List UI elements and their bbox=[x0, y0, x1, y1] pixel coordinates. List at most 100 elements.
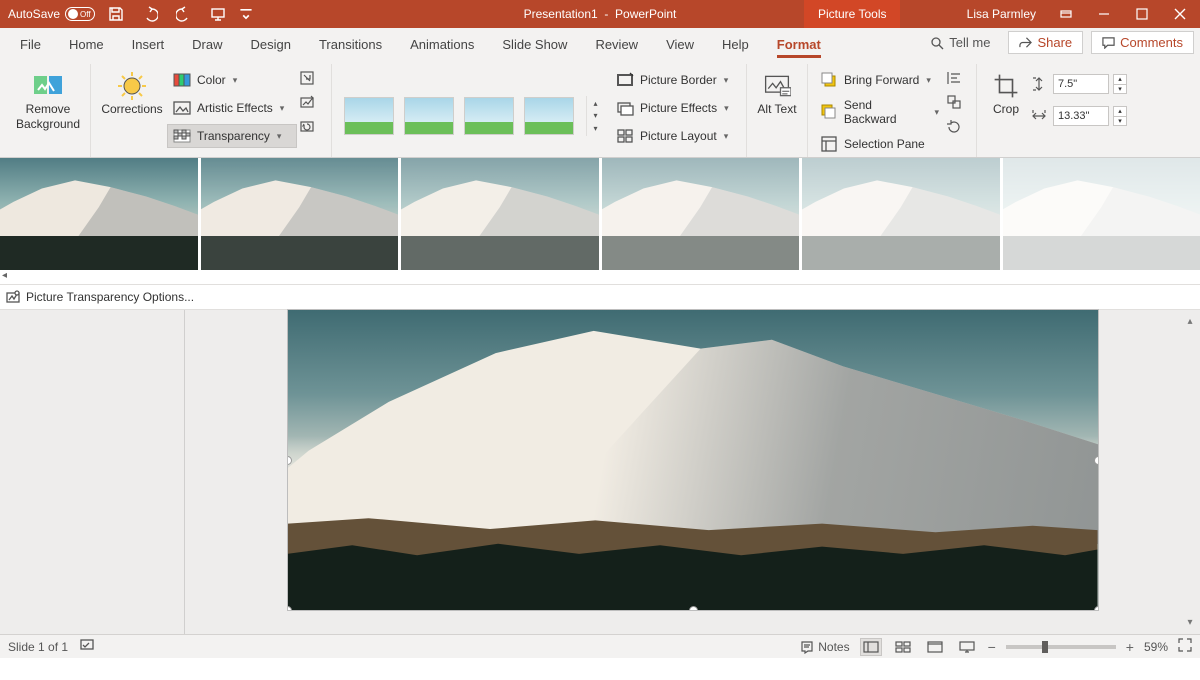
autosave-toggle[interactable]: AutoSave Off bbox=[8, 7, 95, 21]
change-picture-icon[interactable] bbox=[297, 92, 317, 112]
redo-icon[interactable] bbox=[171, 1, 197, 27]
corrections-button[interactable]: Corrections bbox=[97, 64, 167, 157]
autosave-label: AutoSave bbox=[8, 7, 60, 21]
slide-stage[interactable]: ▴ ▾ bbox=[185, 310, 1200, 634]
picture-style-thumb[interactable] bbox=[524, 97, 574, 135]
zoom-slider[interactable] bbox=[1006, 645, 1116, 649]
tab-transitions[interactable]: Transitions bbox=[305, 28, 396, 60]
remove-background-icon bbox=[32, 70, 64, 102]
height-input[interactable]: 7.5" ▴▾ bbox=[1029, 74, 1139, 94]
slide-counter[interactable]: Slide 1 of 1 bbox=[8, 640, 68, 654]
notes-button[interactable]: Notes bbox=[800, 640, 849, 654]
artistic-effects-icon bbox=[172, 98, 192, 118]
picture-style-thumb[interactable] bbox=[344, 97, 394, 135]
zoom-level[interactable]: 59% bbox=[1144, 640, 1168, 654]
selected-picture[interactable] bbox=[288, 310, 1098, 610]
user-name[interactable]: Lisa Parmley bbox=[967, 7, 1036, 21]
height-spinner[interactable]: ▴▾ bbox=[1113, 74, 1127, 94]
zoom-in-icon[interactable]: + bbox=[1126, 639, 1134, 655]
undo-icon[interactable] bbox=[137, 1, 163, 27]
tab-design[interactable]: Design bbox=[237, 28, 305, 60]
tab-file[interactable]: File bbox=[6, 28, 55, 60]
tab-help[interactable]: Help bbox=[708, 28, 763, 60]
corrections-icon bbox=[116, 70, 148, 102]
compress-pictures-icon[interactable] bbox=[297, 68, 317, 88]
width-spinner[interactable]: ▴▾ bbox=[1113, 106, 1127, 126]
resize-handle[interactable] bbox=[1094, 606, 1098, 610]
slide-thumbnail-pane[interactable] bbox=[0, 310, 185, 634]
normal-view-icon[interactable] bbox=[860, 638, 882, 656]
comments-button[interactable]: Comments bbox=[1091, 31, 1194, 54]
zoom-out-icon[interactable]: − bbox=[988, 639, 996, 655]
picture-border-button[interactable]: Picture Border▾ bbox=[610, 68, 740, 92]
send-backward-button[interactable]: Send Backward▾ bbox=[814, 96, 944, 128]
tab-view[interactable]: View bbox=[652, 28, 708, 60]
crop-icon bbox=[990, 70, 1022, 102]
sorter-view-icon[interactable] bbox=[892, 638, 914, 656]
minimize-icon[interactable] bbox=[1088, 0, 1120, 28]
width-input[interactable]: 13.33" ▴▾ bbox=[1029, 106, 1139, 126]
height-icon bbox=[1029, 74, 1049, 94]
bring-forward-icon bbox=[819, 70, 839, 90]
slideshow-view-icon[interactable] bbox=[956, 638, 978, 656]
picture-layout-button[interactable]: Picture Layout▾ bbox=[610, 124, 740, 148]
reset-picture-icon[interactable] bbox=[297, 116, 317, 136]
ribbon-display-icon[interactable] bbox=[1050, 0, 1082, 28]
bring-forward-button[interactable]: Bring Forward▾ bbox=[814, 68, 944, 92]
transparency-preset[interactable] bbox=[401, 158, 599, 270]
transparency-preset[interactable] bbox=[1003, 158, 1200, 270]
remove-background-button[interactable]: Remove Background bbox=[12, 64, 84, 157]
reading-view-icon[interactable] bbox=[924, 638, 946, 656]
tab-draw[interactable]: Draw bbox=[178, 28, 236, 60]
transparency-options-button[interactable]: Picture Transparency Options... bbox=[0, 284, 1200, 310]
vertical-scrollbar[interactable]: ▴ ▾ bbox=[1182, 316, 1198, 628]
tab-animations[interactable]: Animations bbox=[396, 28, 488, 60]
picture-style-thumb[interactable] bbox=[464, 97, 514, 135]
scroll-down-icon[interactable]: ▾ bbox=[1187, 617, 1192, 628]
status-bar: Slide 1 of 1 Notes − + 59% bbox=[0, 634, 1200, 658]
transparency-icon bbox=[172, 126, 192, 146]
save-icon[interactable] bbox=[103, 1, 129, 27]
resize-handle[interactable] bbox=[288, 606, 292, 610]
picture-border-icon bbox=[615, 70, 635, 90]
transparency-preset[interactable] bbox=[201, 158, 399, 270]
tab-insert[interactable]: Insert bbox=[118, 28, 179, 60]
transparency-button[interactable]: Transparency▾ bbox=[167, 124, 297, 148]
tab-home[interactable]: Home bbox=[55, 28, 118, 60]
scroll-up-icon[interactable]: ▴ bbox=[1187, 316, 1192, 327]
tell-me-search[interactable]: Tell me bbox=[920, 35, 1000, 50]
tab-slideshow[interactable]: Slide Show bbox=[488, 28, 581, 60]
resize-handle[interactable] bbox=[689, 606, 698, 610]
alt-text-button[interactable]: Alt Text bbox=[753, 64, 801, 157]
color-button[interactable]: Color▾ bbox=[167, 68, 297, 92]
slide-canvas-area: ▴ ▾ bbox=[0, 310, 1200, 634]
gallery-more-icon[interactable]: ▴▾▾ bbox=[586, 96, 604, 136]
crop-button[interactable]: Crop bbox=[983, 64, 1029, 157]
transparency-preset[interactable] bbox=[0, 158, 198, 270]
present-icon[interactable] bbox=[205, 1, 231, 27]
width-icon bbox=[1029, 106, 1049, 126]
contextual-tab-picture-tools[interactable]: Picture Tools bbox=[804, 0, 900, 28]
picture-styles-gallery[interactable]: ▴▾▾ bbox=[338, 64, 610, 157]
picture-style-thumb[interactable] bbox=[404, 97, 454, 135]
maximize-icon[interactable] bbox=[1126, 0, 1158, 28]
picture-effects-button[interactable]: Picture Effects▾ bbox=[610, 96, 740, 120]
transparency-preset[interactable] bbox=[602, 158, 800, 270]
group-icon[interactable] bbox=[944, 92, 964, 112]
rotate-icon[interactable] bbox=[944, 116, 964, 136]
tab-review[interactable]: Review bbox=[581, 28, 652, 60]
qat-more-icon[interactable] bbox=[239, 1, 253, 27]
close-icon[interactable] bbox=[1164, 0, 1196, 28]
share-button[interactable]: Share bbox=[1008, 31, 1083, 54]
align-icon[interactable] bbox=[944, 68, 964, 88]
picture-layout-icon bbox=[615, 126, 635, 146]
tab-format[interactable]: Format bbox=[763, 28, 835, 60]
picture-effects-icon bbox=[615, 98, 635, 118]
transparency-gallery: ◂ bbox=[0, 158, 1200, 284]
transparency-preset[interactable] bbox=[802, 158, 1000, 270]
fit-to-window-icon[interactable] bbox=[1178, 638, 1192, 655]
gallery-scroll-left-icon[interactable]: ◂ bbox=[2, 270, 14, 282]
selection-pane-button[interactable]: Selection Pane bbox=[814, 132, 944, 156]
artistic-effects-button[interactable]: Artistic Effects▾ bbox=[167, 96, 297, 120]
spellcheck-icon[interactable] bbox=[80, 638, 94, 655]
